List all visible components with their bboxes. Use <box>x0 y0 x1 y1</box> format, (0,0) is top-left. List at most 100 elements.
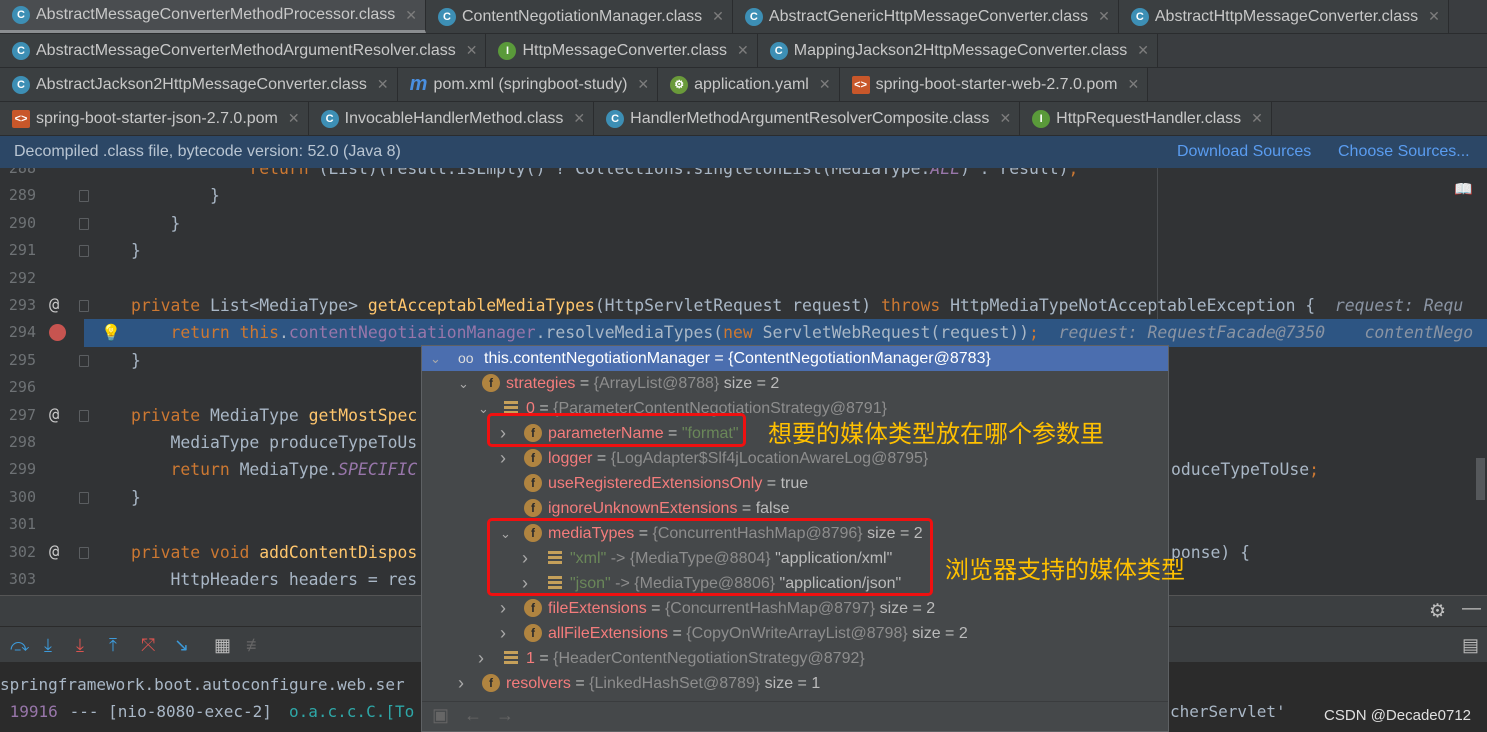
fold-icon[interactable] <box>79 546 89 559</box>
tab[interactable]: <> spring-boot-starter-web-2.7.0.pom ✕ <box>839 68 1149 101</box>
forward-icon[interactable]: → <box>496 705 514 726</box>
line-number[interactable]: 300 <box>0 484 36 511</box>
choose-sources-link[interactable]: Choose Sources... <box>1338 143 1470 161</box>
close-icon[interactable]: ✕ <box>405 7 417 24</box>
tab[interactable]: C AbstractMessageConverterMethodProcessor… <box>0 0 426 33</box>
close-icon[interactable]: ✕ <box>1098 8 1110 25</box>
fold-icon[interactable] <box>79 190 89 203</box>
line-number[interactable]: 289 <box>0 182 36 209</box>
step-over-icon[interactable]: ⤼ <box>10 635 29 656</box>
line-number[interactable]: 288 <box>0 168 36 182</box>
line-number[interactable]: 296 <box>0 374 36 401</box>
variable-row[interactable]: › f allFileExtensions = {CopyOnWriteArrayL… <box>422 621 1168 646</box>
chevron-down-icon[interactable]: ⌄ <box>458 371 469 396</box>
close-icon[interactable]: ✕ <box>1127 76 1139 93</box>
line-number[interactable]: 299 <box>0 456 36 483</box>
chevron-right-icon[interactable]: › <box>500 446 506 471</box>
close-icon[interactable]: ✕ <box>819 76 831 93</box>
close-icon[interactable]: ✕ <box>1137 42 1149 59</box>
tab[interactable]: I HttpRequestHandler.class ✕ <box>1020 102 1272 135</box>
override-marker-icon[interactable]: @ <box>49 539 59 566</box>
tab[interactable]: ⚙ application.yaml ✕ <box>658 68 840 101</box>
fold-icon[interactable] <box>79 491 89 504</box>
run-to-cursor-icon[interactable]: ↘ <box>174 635 189 656</box>
override-marker-icon[interactable]: @ <box>49 402 59 429</box>
override-marker-icon[interactable]: @ <box>49 292 59 319</box>
fold-icon[interactable] <box>79 217 89 230</box>
line-number[interactable]: 298 <box>0 429 36 456</box>
code-token: getMostSpec <box>308 405 418 425</box>
download-sources-link[interactable]: Download Sources <box>1177 143 1311 161</box>
lightbulb-icon[interactable]: 💡 <box>101 319 121 346</box>
line-number[interactable]: 293 <box>0 292 36 319</box>
chevron-right-icon[interactable]: › <box>478 646 484 671</box>
chevron-down-icon[interactable]: ⌄ <box>430 346 441 371</box>
tab[interactable]: m pom.xml (springboot-study) ✕ <box>397 68 659 101</box>
tab[interactable]: C AbstractGenericHttpMessageConverter.cla… <box>732 0 1119 33</box>
fold-icon[interactable] <box>79 354 89 367</box>
tab[interactable]: C MappingJackson2HttpMessageConverter.cla… <box>757 34 1158 67</box>
line-number[interactable]: 302 <box>0 539 36 566</box>
close-icon[interactable]: ✕ <box>377 76 389 93</box>
line-number[interactable]: 290 <box>0 210 36 237</box>
line-number[interactable]: 294 <box>0 319 36 346</box>
variable-row[interactable]: › 1 = {HeaderContentNegotiationStrategy@8… <box>422 646 1168 671</box>
step-out-icon[interactable]: ⤒ <box>109 635 117 656</box>
variable-part: size = 2 <box>723 375 780 392</box>
evaluate-expression-icon[interactable]: ▦ <box>214 635 231 656</box>
chevron-right-icon[interactable]: › <box>458 671 464 696</box>
breakpoint-icon[interactable] <box>49 324 66 342</box>
code-text: } <box>131 237 141 264</box>
force-step-into-icon[interactable]: ⤓ <box>76 635 84 656</box>
line-number[interactable]: 295 <box>0 347 36 374</box>
close-icon[interactable]: ✕ <box>1251 110 1263 127</box>
close-icon[interactable]: ✕ <box>999 110 1011 127</box>
reader-mode-icon[interactable]: 📖 <box>1454 180 1473 198</box>
close-icon[interactable]: ✕ <box>712 8 724 25</box>
variable-row[interactable]: f useRegisteredExtensionsOnly = true <box>422 471 1168 496</box>
layout-icon[interactable]: ▤ <box>1462 635 1479 656</box>
tab[interactable]: C ContentNegotiationManager.class ✕ <box>426 0 733 33</box>
fold-icon[interactable] <box>79 245 89 258</box>
tab[interactable]: C InvocableHandlerMethod.class ✕ <box>308 102 595 135</box>
navigate-icon[interactable]: ▣ <box>432 705 449 726</box>
class-icon: C <box>12 6 30 24</box>
step-into-icon[interactable]: ⤓ <box>44 635 52 656</box>
close-icon[interactable]: ✕ <box>288 110 300 127</box>
back-icon[interactable]: ← <box>464 705 482 726</box>
tab[interactable]: I HttpMessageConverter.class ✕ <box>486 34 758 67</box>
editor-scrollbar[interactable] <box>1476 458 1485 500</box>
line-number[interactable]: 303 <box>0 566 36 593</box>
tab-label: spring-boot-starter-json-2.7.0.pom <box>36 109 278 127</box>
tab[interactable]: C AbstractHttpMessageConverter.class ✕ <box>1118 0 1449 33</box>
drop-frame-icon[interactable]: ⤧ <box>141 635 155 656</box>
line-number[interactable]: 301 <box>0 511 36 538</box>
close-icon[interactable]: ✕ <box>1428 8 1440 25</box>
code-token: } <box>131 186 220 206</box>
trace-icon[interactable]: ≢ <box>246 635 264 656</box>
close-icon[interactable]: ✕ <box>637 76 649 93</box>
variable-row[interactable]: › f resolvers = {LinkedHashSet@8789} size … <box>422 671 1168 696</box>
close-icon[interactable]: ✕ <box>573 110 585 127</box>
tab[interactable]: C AbstractJackson2HttpMessageConverter.cl… <box>0 68 398 101</box>
tab[interactable]: C HandlerMethodArgumentResolverComposite.… <box>594 102 1021 135</box>
chevron-right-icon[interactable]: › <box>500 621 506 646</box>
close-icon[interactable]: ✕ <box>466 42 478 59</box>
line-number[interactable]: 292 <box>0 265 36 292</box>
close-icon[interactable]: ✕ <box>737 42 749 59</box>
variable-row[interactable]: › f logger = {LogAdapter$Slf4jLocationAwar… <box>422 446 1168 471</box>
tab[interactable]: <> spring-boot-starter-json-2.7.0.pom ✕ <box>0 102 309 135</box>
chevron-right-icon[interactable]: › <box>500 596 506 621</box>
variable-row[interactable]: ⌄ oo this.contentNegotiationManager = {Con… <box>422 346 1168 371</box>
fold-icon[interactable] <box>79 409 89 422</box>
settings-icon[interactable]: ⚙ <box>1429 600 1446 623</box>
variable-part: {LinkedHashSet@8789} <box>589 675 761 692</box>
variable-part: useRegisteredExtensionsOnly <box>548 475 763 492</box>
minimize-icon[interactable]: — <box>1462 598 1481 620</box>
line-number[interactable]: 291 <box>0 237 36 264</box>
variable-row[interactable]: › f fileExtensions = {ConcurrentHashMap@87… <box>422 596 1168 621</box>
tab[interactable]: C AbstractMessageConverterMethodArgumentR… <box>0 34 487 67</box>
variable-row[interactable]: ⌄ f strategies = {ArrayList@8788} size = 2 <box>422 371 1168 396</box>
line-number[interactable]: 297 <box>0 402 36 429</box>
fold-icon[interactable] <box>79 300 89 312</box>
